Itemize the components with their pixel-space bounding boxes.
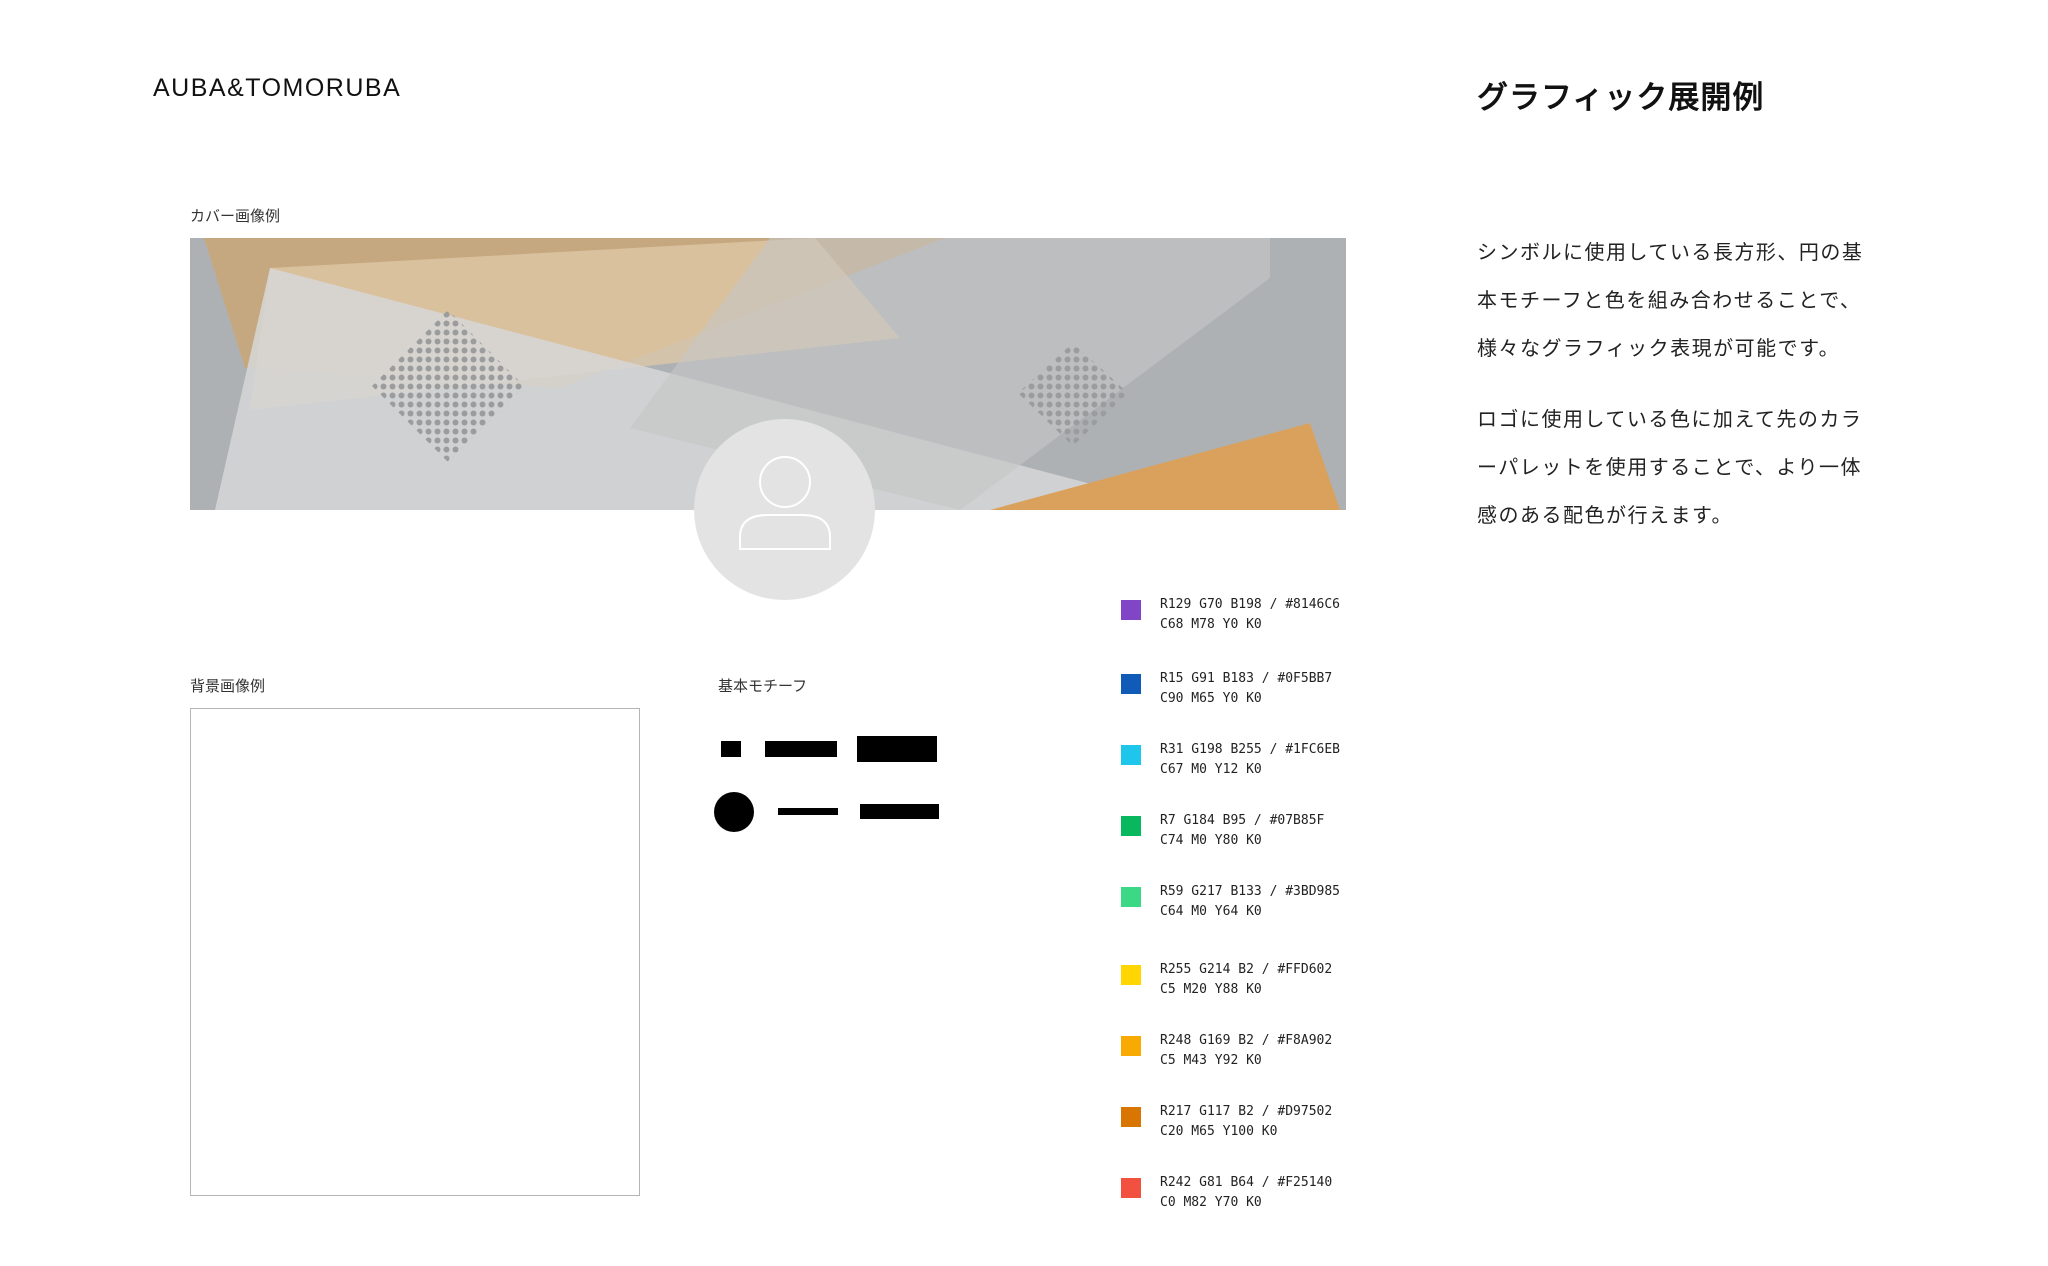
cmyk-value: C90 M65 Y0 K0 xyxy=(1160,691,1262,706)
motif-circle xyxy=(714,792,754,832)
color-swatch-yellow: R255 G214 B2 / #FFD602 C5 M20 Y88 K0 xyxy=(1121,962,1521,1006)
color-swatch-purple: R129 G70 B198 / #8146C6 C68 M78 Y0 K0 xyxy=(1121,597,1521,641)
motif-line-thin xyxy=(778,808,838,815)
color-chip xyxy=(1121,1178,1141,1198)
color-chip xyxy=(1121,887,1141,907)
rgb-value: R59 G217 B133 / #3BD985 xyxy=(1160,884,1341,899)
color-swatch-red: R242 G81 B64 / #F25140 C0 M82 Y70 K0 xyxy=(1121,1175,1521,1219)
description-paragraph-2: ロゴに使用している色に加えて先のカラーパレットを使用することで、より一体感のある… xyxy=(1477,407,1863,527)
brand-logo: AUBA&TOMORUBA xyxy=(153,74,402,102)
rgb-value: R217 G117 B2 / #D97502 xyxy=(1160,1104,1333,1119)
color-swatch-amber: R248 G169 B2 / #F8A902 C5 M43 Y92 K0 xyxy=(1121,1033,1521,1077)
color-chip xyxy=(1121,674,1141,694)
cmyk-value: C0 M82 Y70 K0 xyxy=(1160,1195,1262,1210)
color-swatch-green: R7 G184 B95 / #07B85F C74 M0 Y80 K0 xyxy=(1121,813,1521,857)
cover-image-label: カバー画像例 xyxy=(190,207,281,225)
color-swatch-orange: R217 G117 B2 / #D97502 C20 M65 Y100 K0 xyxy=(1121,1104,1521,1148)
cmyk-value: C64 M0 Y64 K0 xyxy=(1160,904,1262,919)
color-swatch-cyan: R31 G198 B255 / #1FC6EB C67 M0 Y12 K0 xyxy=(1121,742,1521,786)
description: シンボルに使用している長方形、円の基本モチーフと色を組み合わせることで、様々なグ… xyxy=(1477,228,1877,562)
color-chip xyxy=(1121,965,1141,985)
rgb-value: R248 G169 B2 / #F8A902 xyxy=(1160,1033,1333,1048)
rgb-value: R31 G198 B255 / #1FC6EB xyxy=(1160,742,1341,757)
rgb-value: R7 G184 B95 / #07B85F xyxy=(1160,813,1325,828)
rgb-value: R15 G91 B183 / #0F5BB7 xyxy=(1160,671,1333,686)
motif-rect-large xyxy=(857,736,937,762)
color-swatch-light-green: R59 G217 B133 / #3BD985 C64 M0 Y64 K0 xyxy=(1121,884,1521,928)
motif-rect-small xyxy=(721,741,741,757)
color-chip xyxy=(1121,1036,1141,1056)
motif-rect-medium xyxy=(765,741,837,757)
color-swatch-blue: R15 G91 B183 / #0F5BB7 C90 M65 Y0 K0 xyxy=(1121,671,1521,715)
motif-line-thick xyxy=(860,804,939,819)
description-paragraph-1: シンボルに使用している長方形、円の基本モチーフと色を組み合わせることで、様々なグ… xyxy=(1477,240,1864,360)
color-chip xyxy=(1121,600,1141,620)
user-icon xyxy=(739,456,831,550)
color-chip xyxy=(1121,816,1141,836)
color-chip xyxy=(1121,1107,1141,1127)
cmyk-value: C68 M78 Y0 K0 xyxy=(1160,617,1262,632)
basic-motif-label: 基本モチーフ xyxy=(718,677,808,695)
profile-avatar xyxy=(694,419,875,600)
cmyk-value: C5 M43 Y92 K0 xyxy=(1160,1053,1262,1068)
cmyk-value: C5 M20 Y88 K0 xyxy=(1160,982,1262,997)
cmyk-value: C67 M0 Y12 K0 xyxy=(1160,762,1262,777)
cmyk-value: C74 M0 Y80 K0 xyxy=(1160,833,1262,848)
rgb-value: R129 G70 B198 / #8146C6 xyxy=(1160,597,1341,612)
background-image-label: 背景画像例 xyxy=(190,677,266,695)
rgb-value: R255 G214 B2 / #FFD602 xyxy=(1160,962,1333,977)
page-title: グラフィック展開例 xyxy=(1477,80,1765,116)
cmyk-value: C20 M65 Y100 K0 xyxy=(1160,1124,1278,1139)
background-image-example xyxy=(190,708,640,1196)
color-chip xyxy=(1121,745,1141,765)
rgb-value: R242 G81 B64 / #F25140 xyxy=(1160,1175,1333,1190)
